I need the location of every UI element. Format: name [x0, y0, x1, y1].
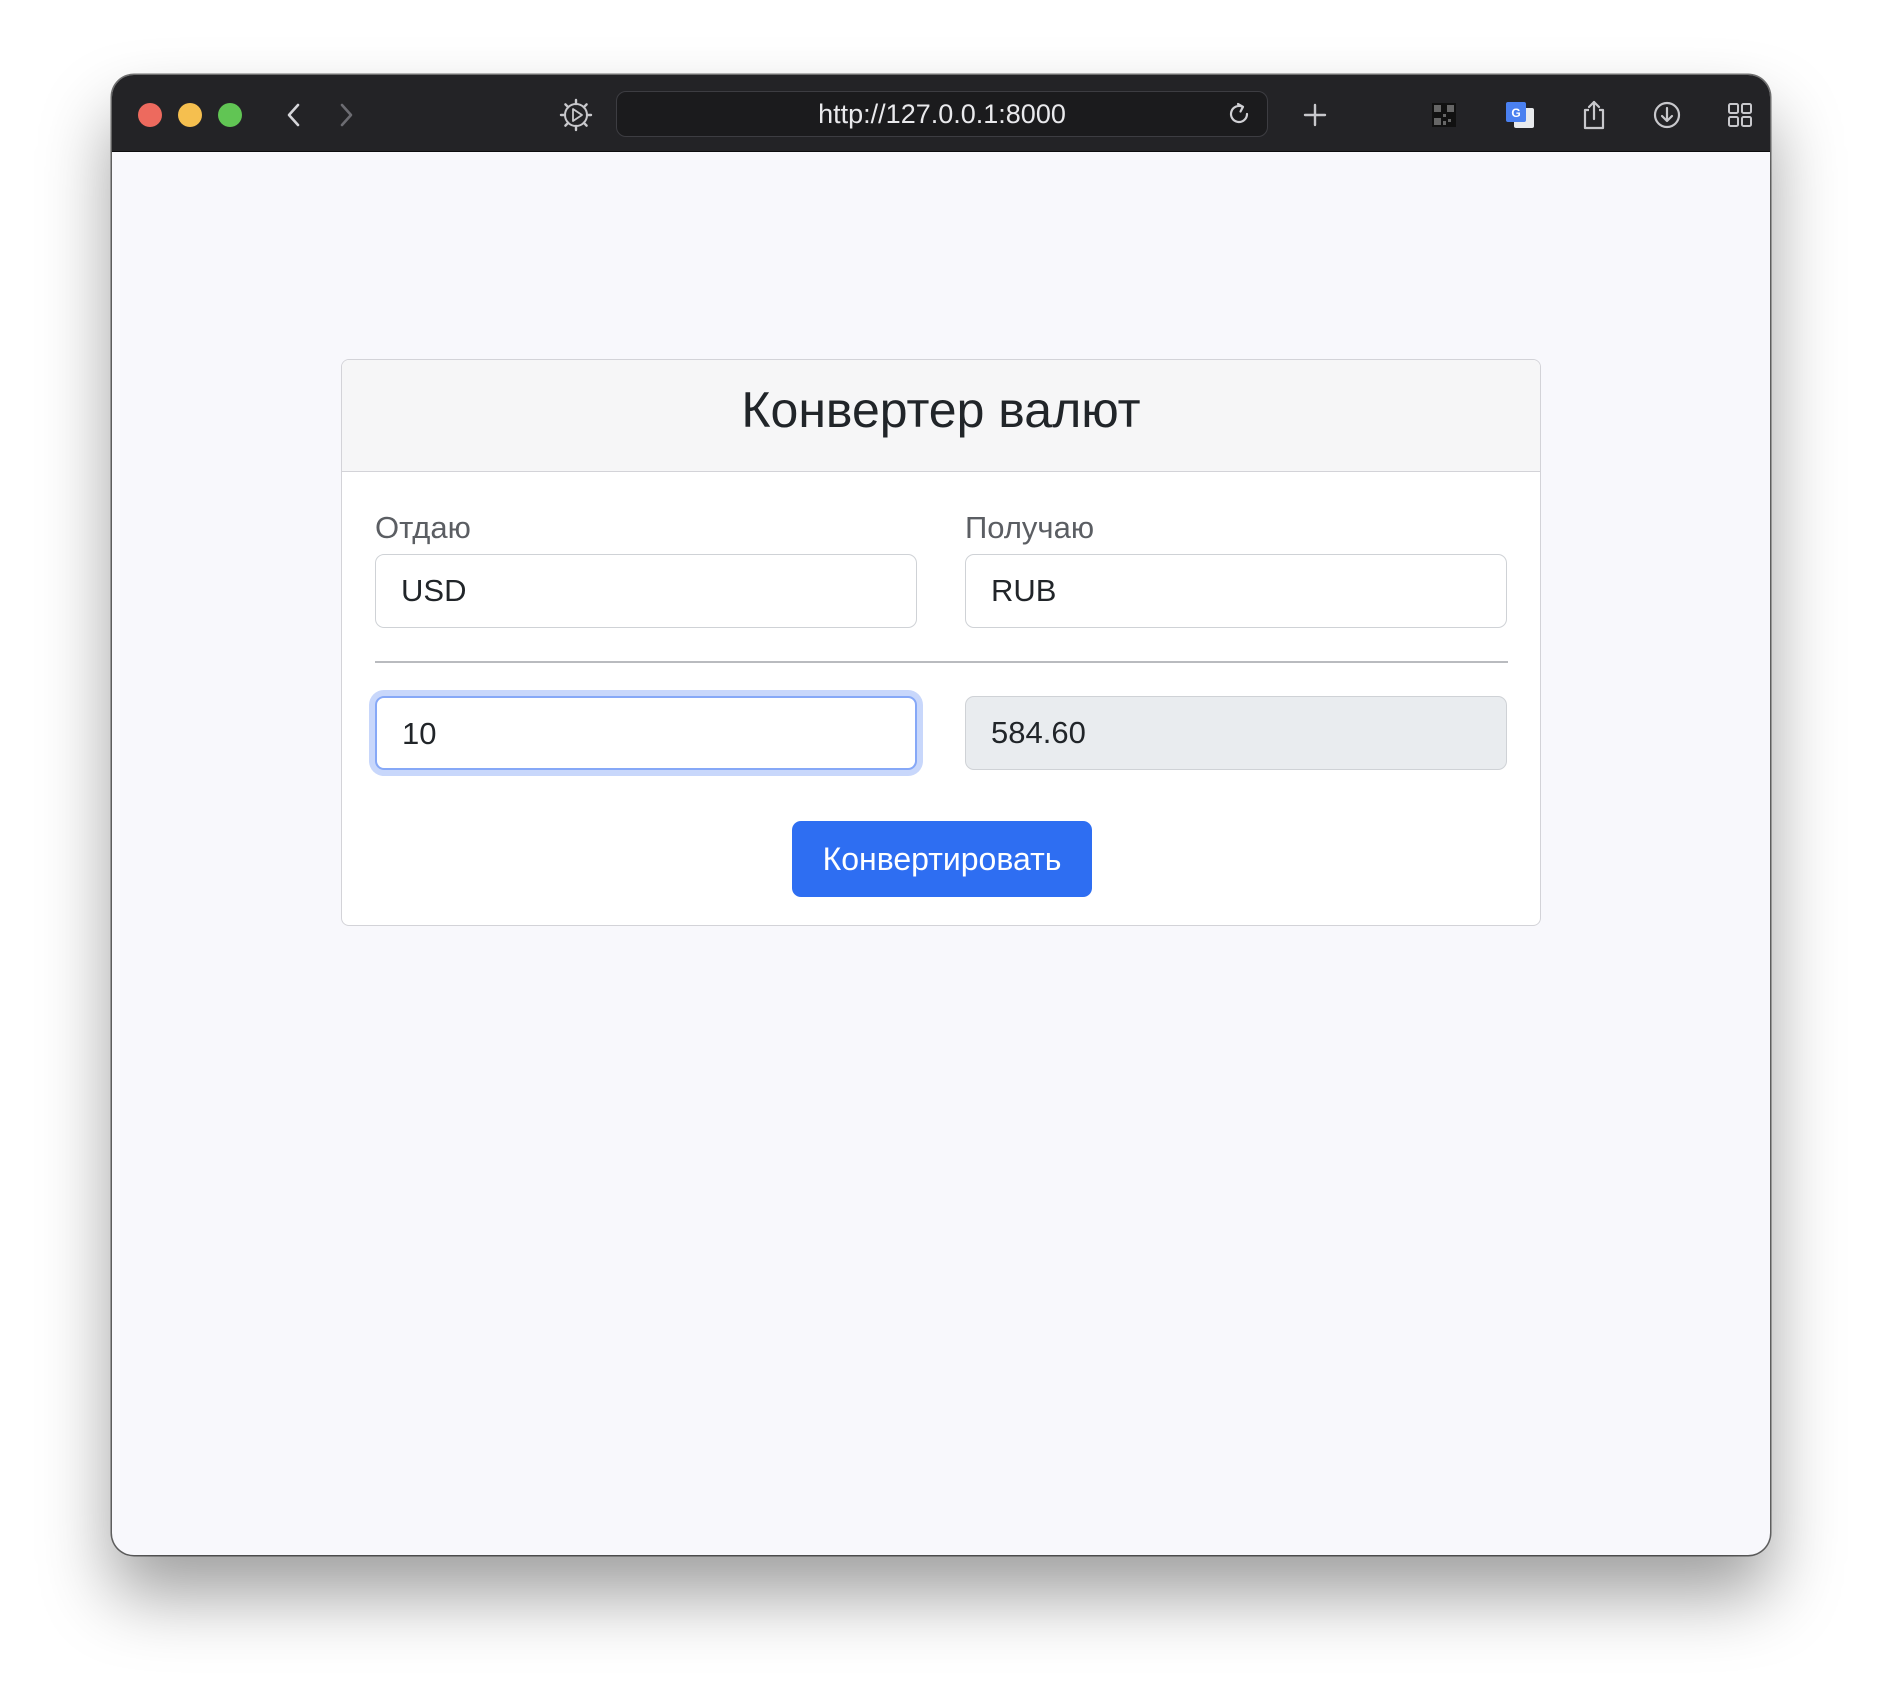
zoom-window-button[interactable]: [218, 103, 242, 127]
qr-code-icon[interactable]: [1424, 95, 1464, 135]
to-label: Получаю: [965, 510, 1095, 545]
privacy-gear-icon[interactable]: [556, 95, 596, 135]
converter-card: Конвертер валют Отдаю Получаю USD RUB 10…: [341, 359, 1541, 926]
translate-icon[interactable]: G: [1500, 95, 1540, 135]
close-window-button[interactable]: [138, 103, 162, 127]
address-bar[interactable]: http://127.0.0.1:8000: [616, 91, 1268, 137]
plus-icon[interactable]: [1295, 95, 1335, 135]
tab-overview-icon[interactable]: [1720, 95, 1760, 135]
svg-text:G: G: [1511, 106, 1520, 120]
browser-toolbar: http://127.0.0.1:8000 G: [112, 75, 1770, 152]
share-icon[interactable]: [1574, 95, 1614, 135]
chevron-left-icon[interactable]: [274, 95, 314, 135]
card-header: Конвертер валют: [342, 360, 1540, 472]
convert-button[interactable]: Конвертировать: [792, 821, 1092, 897]
page-title: Конвертер валют: [741, 382, 1141, 438]
url-text: http://127.0.0.1:8000: [818, 99, 1066, 129]
from-currency-input[interactable]: USD: [375, 554, 917, 628]
chevron-right-icon[interactable]: [326, 95, 366, 135]
reload-icon[interactable]: [1221, 96, 1257, 132]
browser-window: http://127.0.0.1:8000 G Конвертер валют …: [112, 75, 1770, 1555]
divider: [375, 661, 1508, 663]
amount-input[interactable]: 10: [375, 696, 917, 770]
result-field: 584.60: [965, 696, 1507, 770]
minimize-window-button[interactable]: [178, 103, 202, 127]
to-currency-input[interactable]: RUB: [965, 554, 1507, 628]
download-icon[interactable]: [1647, 95, 1687, 135]
from-label: Отдаю: [375, 510, 471, 545]
